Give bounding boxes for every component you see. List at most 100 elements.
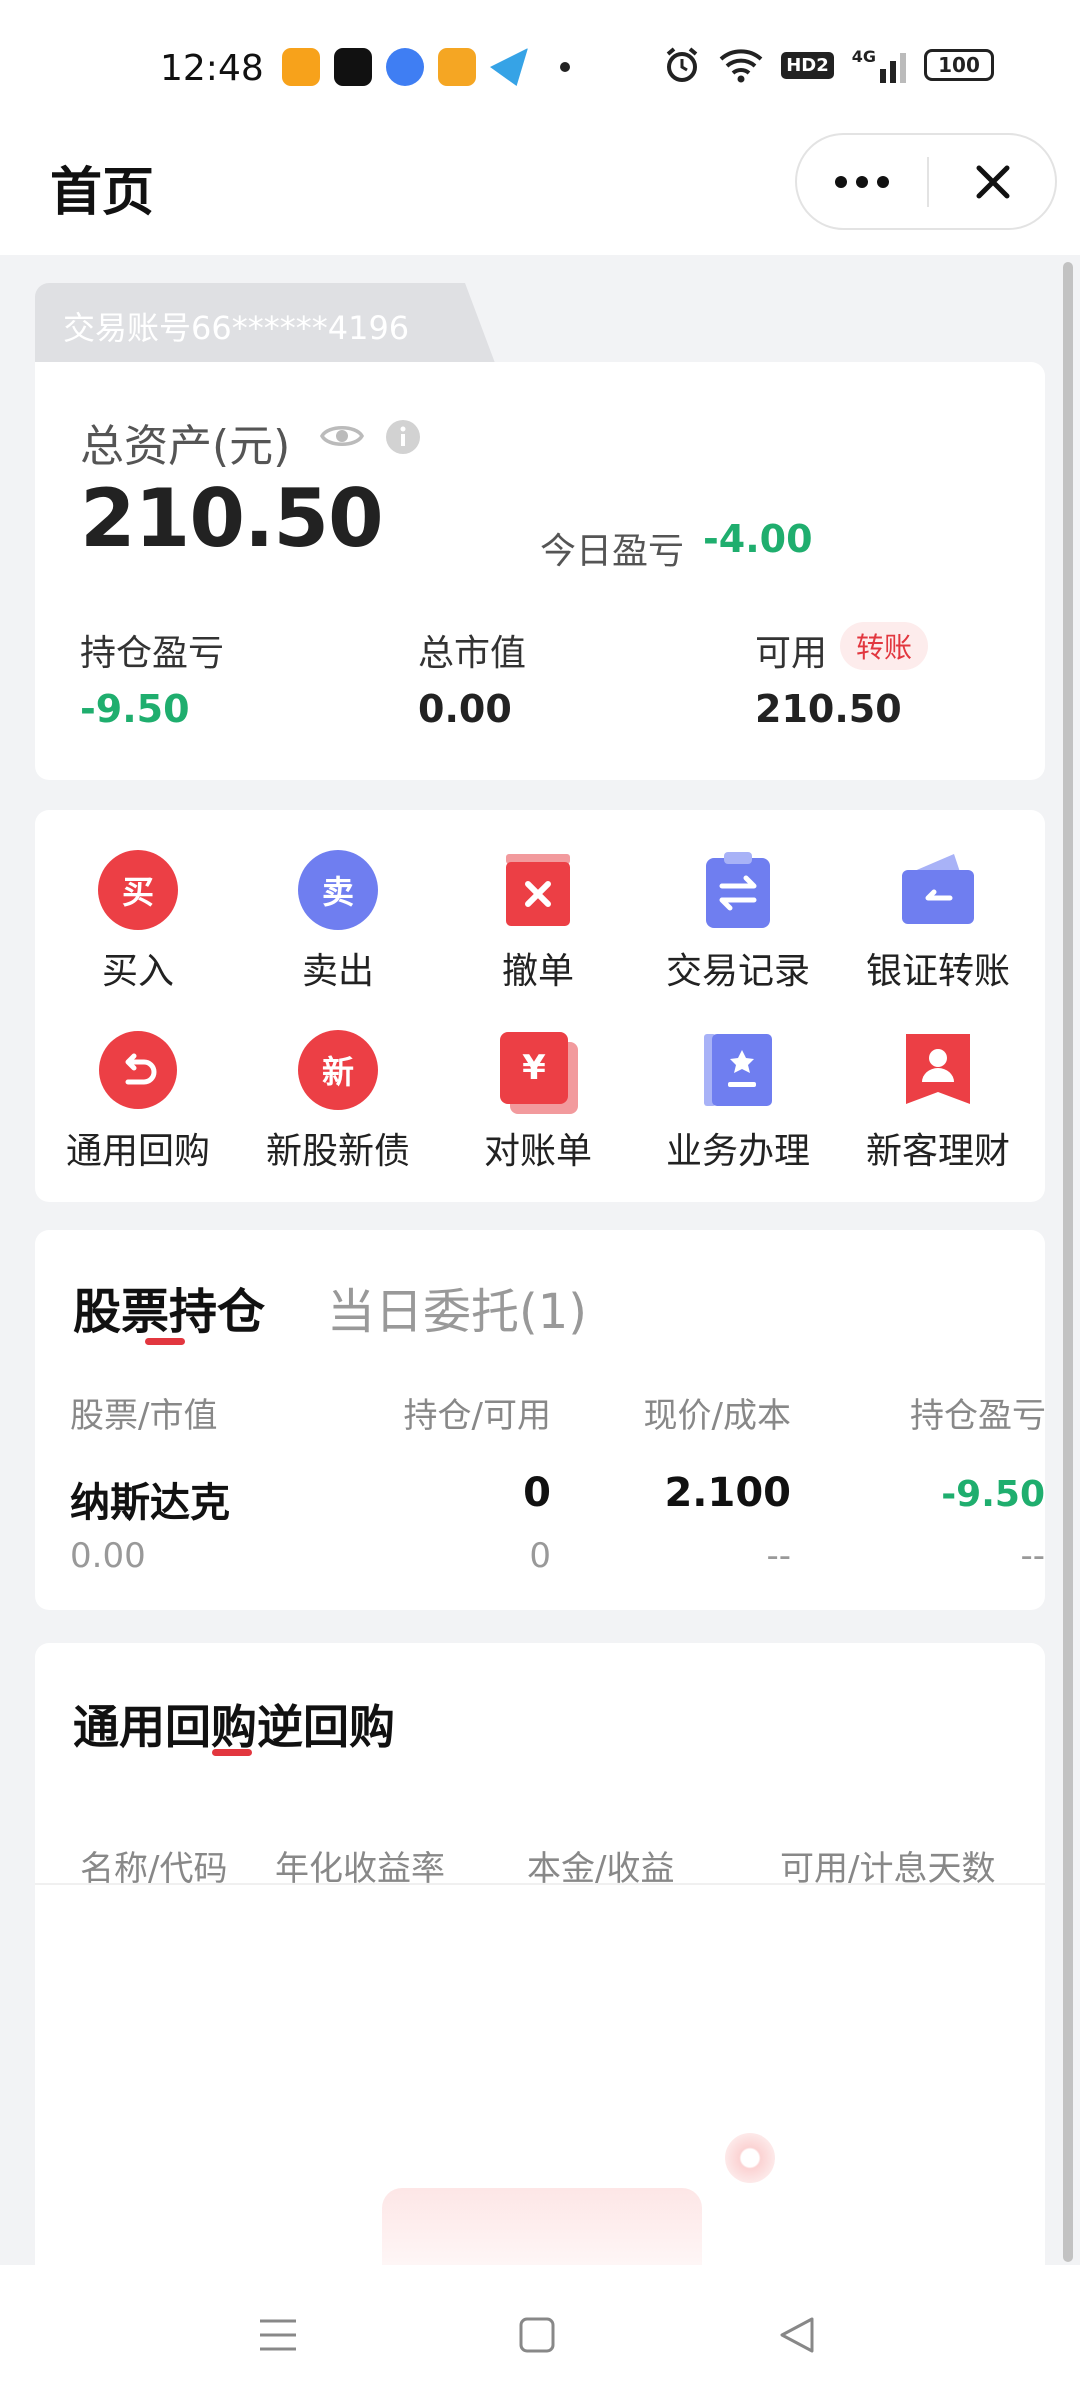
notification-icons	[282, 48, 570, 86]
position-pnl-label: 持仓盈亏	[80, 633, 225, 674]
today-pnl-label: 今日盈亏	[540, 531, 685, 572]
close-icon	[976, 165, 1010, 198]
stock-cost: --	[766, 1536, 791, 1576]
transfer-badge[interactable]: 转账	[840, 622, 929, 670]
network-label: 4G	[851, 47, 876, 66]
info-icon[interactable]	[385, 419, 421, 455]
total-assets-value: 210.50	[80, 472, 384, 565]
more-notifications-dot	[560, 62, 570, 72]
mini-program-capsule	[795, 133, 1057, 230]
close-button[interactable]	[929, 135, 1057, 228]
repo-icon	[99, 1031, 177, 1109]
holdings-card: 股票持仓 当日委托(1) 股票/市值 持仓/可用 现价/成本 持仓盈亏 纳斯达克…	[35, 1230, 1045, 1610]
menu-statement[interactable]: ¥ 对账单	[438, 1030, 638, 1180]
home-square-icon	[519, 2317, 555, 2353]
menu-bank-transfer[interactable]: 银证转账	[838, 850, 1038, 1000]
tiktok-icon	[334, 48, 372, 86]
menu-nav-button[interactable]	[238, 2295, 318, 2375]
battery-icon: 100	[924, 49, 994, 81]
stock-pnl-sub: --	[1020, 1536, 1045, 1576]
menu-label: 撤单	[501, 951, 574, 992]
active-tab-indicator	[145, 1338, 185, 1345]
menu-label: 通用回购	[65, 1131, 210, 1172]
stock-position: 0	[523, 1470, 551, 1516]
repo-card: 通用回购逆回购 名称/代码 年化收益率 本金/收益 可用/计息天数	[35, 1643, 1045, 2308]
available-value: 210.50	[755, 687, 902, 731]
today-pnl-value: -4.00	[703, 517, 813, 561]
stock-name: 纳斯达克	[70, 1480, 230, 1526]
business-icon	[704, 1034, 772, 1106]
stock-market-value: 0.00	[70, 1536, 146, 1576]
menu-label: 卖出	[301, 951, 374, 992]
status-bar: 12:48 HD2 4G 100	[0, 0, 1080, 130]
menu-label: 业务办理	[665, 1131, 810, 1172]
more-icon	[835, 175, 847, 188]
new-client-icon	[906, 1034, 970, 1104]
column-header: 现价/成本	[643, 1396, 791, 1436]
buy-icon: 买	[98, 850, 178, 930]
empty-state-decoration	[725, 2133, 775, 2183]
column-header: 持仓盈亏	[910, 1396, 1045, 1436]
sell-icon: 卖	[298, 850, 378, 930]
market-value-label: 总市值	[418, 633, 527, 674]
trade-record-icon	[706, 852, 770, 928]
menu-sell[interactable]: 卖 卖出	[238, 850, 438, 1000]
available-label: 可用	[755, 633, 828, 674]
battery-level: 100	[938, 53, 980, 77]
system-nav-bar	[0, 2265, 1080, 2400]
tab-today-orders[interactable]: 当日委托(1)	[327, 1272, 587, 1342]
page-header: 首页	[0, 130, 1080, 255]
position-pnl-value: -9.50	[80, 687, 190, 731]
more-button[interactable]	[797, 135, 927, 228]
statement-glyph: ¥	[522, 1048, 546, 1088]
menu-buy[interactable]: 买 买入	[38, 850, 238, 1000]
home-nav-button[interactable]	[497, 2295, 577, 2375]
more-icon-dot	[877, 175, 889, 188]
telegram-icon	[490, 48, 528, 86]
hd-badge: HD2	[781, 51, 834, 79]
browser-icon	[386, 48, 424, 86]
more-icon-dot	[856, 175, 868, 188]
menu-business[interactable]: 业务办理	[638, 1030, 838, 1180]
menu-label: 新客理财	[865, 1131, 1010, 1172]
video-app-icon	[438, 48, 476, 86]
stock-available: 0	[529, 1536, 551, 1576]
statement-icon: ¥	[500, 1032, 568, 1104]
page-title: 首页	[50, 163, 155, 223]
menu-new-client[interactable]: 新客理财	[838, 1030, 1038, 1180]
column-header: 持仓/可用	[403, 1396, 551, 1436]
account-tab: 交易账号66******4196	[35, 283, 495, 363]
eye-icon[interactable]	[320, 420, 364, 452]
back-nav-button[interactable]	[757, 2295, 837, 2375]
status-right: HD2 4G 100	[663, 46, 994, 84]
menu-cancel-order[interactable]: 撤单	[438, 850, 638, 1000]
menu-trade-record[interactable]: 交易记录	[638, 850, 838, 1000]
wifi-icon	[719, 49, 763, 83]
account-number: 交易账号66******4196	[63, 309, 410, 347]
status-time: 12:48	[160, 48, 264, 89]
column-header: 股票/市值	[70, 1396, 218, 1436]
menu-repo[interactable]: 通用回购	[38, 1030, 238, 1180]
back-triangle-icon	[780, 2317, 814, 2353]
menu-label: 对账单	[483, 1131, 592, 1172]
menu-label: 交易记录	[665, 951, 810, 992]
stock-pnl: -9.50	[941, 1474, 1045, 1515]
ipo-icon: 新	[298, 1030, 378, 1110]
tab-stock-holdings[interactable]: 股票持仓	[73, 1272, 265, 1342]
function-menu: 买 买入 卖 卖出 撤单 交易记录 银证转账 通用回购 新 新股新债 ¥ 对账单…	[35, 810, 1045, 1202]
menu-icon	[260, 2319, 296, 2351]
repo-title-indicator	[212, 1749, 252, 1756]
total-assets-label: 总资产(元)	[80, 421, 291, 472]
menu-label: 买入	[101, 951, 174, 992]
app-notification-icon	[282, 48, 320, 86]
divider	[35, 1883, 1045, 1885]
menu-label: 新股新债	[265, 1131, 410, 1172]
menu-ipo[interactable]: 新 新股新债	[238, 1030, 438, 1180]
repo-title: 通用回购逆回购	[73, 1700, 395, 1754]
cancel-order-icon	[506, 854, 570, 926]
menu-label: 银证转账	[865, 951, 1010, 992]
alarm-icon	[666, 47, 698, 82]
assets-card: 总资产(元) 210.50 今日盈亏 -4.00 持仓盈亏 -9.50 总市值 …	[35, 362, 1045, 780]
stock-price: 2.100	[664, 1470, 791, 1516]
scrollbar[interactable]	[1063, 262, 1073, 2262]
